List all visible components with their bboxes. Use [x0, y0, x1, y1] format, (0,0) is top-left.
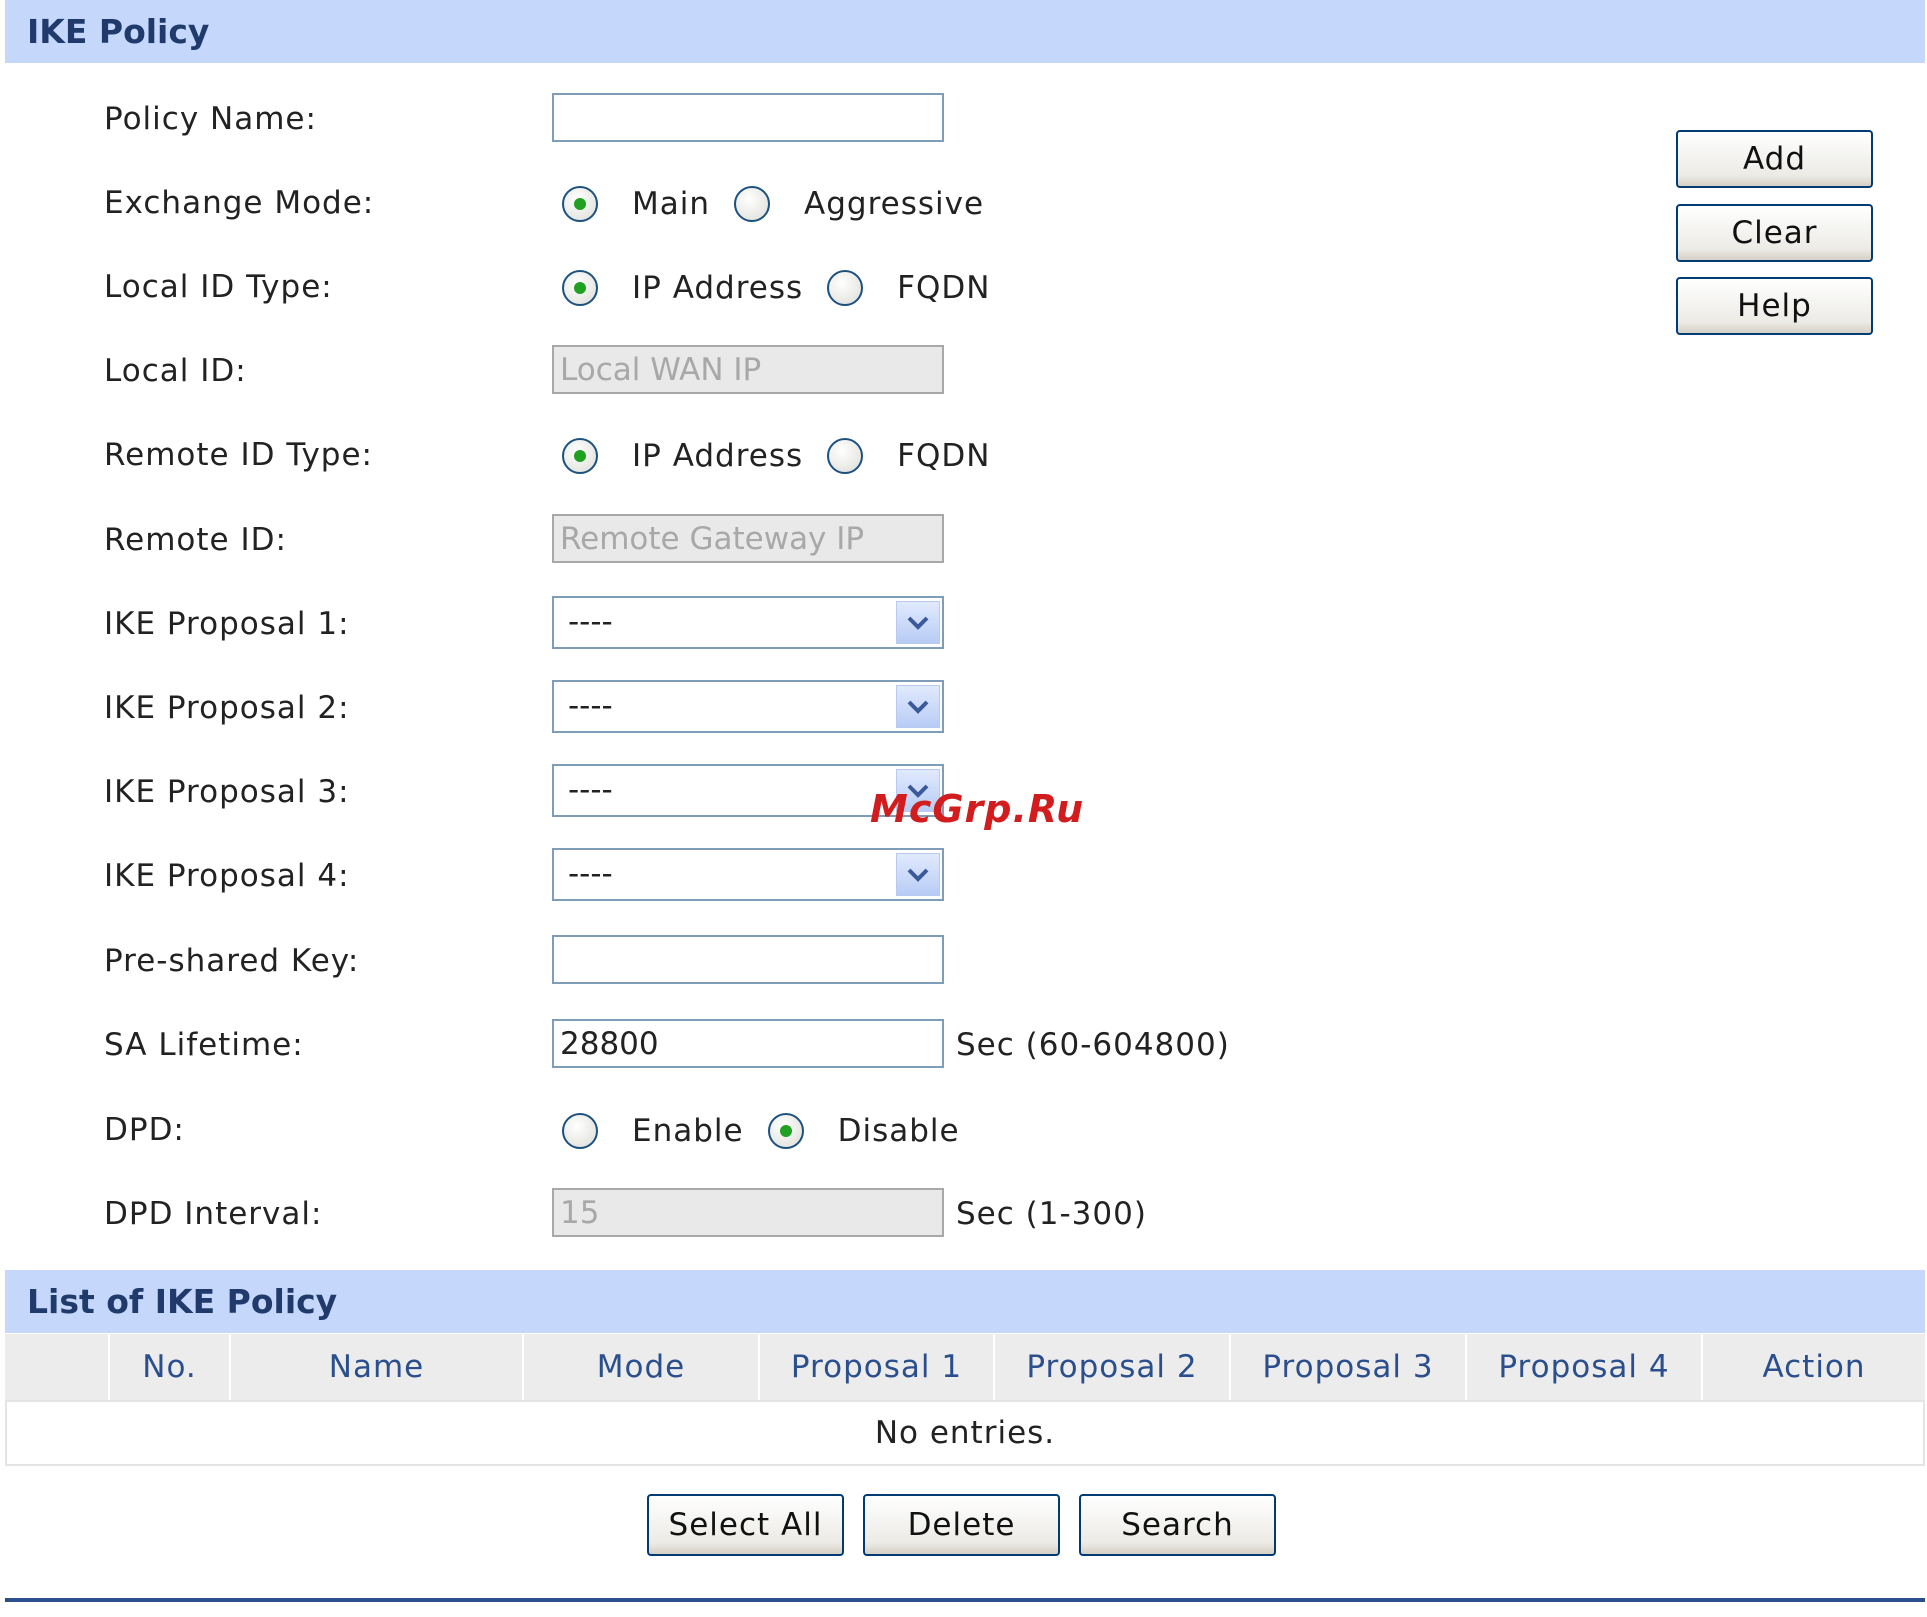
dpd-group: Enable Disable [562, 1113, 984, 1149]
local-id-type-group: IP Address FQDN [562, 270, 1014, 306]
sa-lifetime-label: SA Lifetime: [104, 1027, 304, 1063]
proposal-3-value: ---- [568, 772, 613, 808]
local-id-fqdn-radio[interactable] [827, 270, 864, 306]
local-id-ip-label: IP Address [632, 270, 804, 306]
proposal-1-select[interactable]: ---- [552, 596, 944, 649]
proposal-2-select[interactable]: ---- [552, 680, 944, 733]
sa-lifetime-input[interactable] [552, 1019, 944, 1068]
ike-policy-header: IKE Policy [5, 0, 1925, 63]
bottom-divider [5, 1598, 1925, 1602]
chevron-down-icon[interactable] [896, 601, 940, 644]
remote-id-ip-label: IP Address [632, 438, 804, 474]
policy-name-input[interactable] [552, 93, 944, 142]
dpd-interval-hint: Sec (1-300) [956, 1196, 1147, 1232]
chevron-down-icon[interactable] [896, 685, 940, 728]
remote-id-type-group: IP Address FQDN [562, 438, 1014, 474]
proposal-1-value: ---- [568, 604, 613, 640]
dpd-enable-label: Enable [632, 1113, 744, 1149]
dpd-disable-radio[interactable] [767, 1113, 804, 1149]
remote-id-type-label: Remote ID Type: [104, 437, 373, 473]
col-proposal-2: Proposal 2 [995, 1334, 1231, 1400]
proposal-3-label: IKE Proposal 3: [104, 774, 350, 810]
col-no: No. [110, 1334, 231, 1400]
proposal-1-label: IKE Proposal 1: [104, 606, 350, 642]
proposal-2-value: ---- [568, 688, 613, 724]
col-mode: Mode [524, 1334, 760, 1400]
dpd-disable-label: Disable [837, 1113, 960, 1149]
list-table-header: No. Name Mode Proposal 1 Proposal 2 Prop… [5, 1334, 1925, 1400]
col-proposal-4: Proposal 4 [1467, 1334, 1703, 1400]
exchange-mode-group: Main Aggressive [562, 186, 1008, 222]
exchange-mode-main-radio[interactable] [562, 186, 598, 222]
sa-lifetime-hint: Sec (60-604800) [956, 1027, 1230, 1063]
local-id-input[interactable] [552, 345, 944, 394]
local-id-ip-radio[interactable] [562, 270, 598, 306]
col-proposal-3: Proposal 3 [1231, 1334, 1467, 1400]
list-empty-row: No entries. [5, 1400, 1925, 1466]
select-all-button[interactable]: Select All [647, 1494, 844, 1556]
help-button[interactable]: Help [1676, 277, 1873, 335]
proposal-2-label: IKE Proposal 2: [104, 690, 350, 726]
psk-label: Pre-shared Key: [104, 943, 360, 979]
col-name: Name [231, 1334, 524, 1400]
remote-id-fqdn-radio[interactable] [827, 438, 864, 474]
dpd-interval-input[interactable] [552, 1188, 944, 1237]
local-id-type-label: Local ID Type: [104, 269, 333, 305]
watermark: McGrp.Ru [870, 787, 1085, 831]
proposal-4-label: IKE Proposal 4: [104, 858, 350, 894]
proposal-4-select[interactable]: ---- [552, 848, 944, 901]
dpd-enable-radio[interactable] [562, 1113, 598, 1149]
proposal-4-value: ---- [568, 856, 613, 892]
exchange-mode-main-label: Main [632, 186, 711, 222]
col-action: Action [1762, 1349, 1866, 1385]
remote-id-input[interactable] [552, 514, 944, 563]
list-header: List of IKE Policy [5, 1270, 1925, 1333]
exchange-mode-aggressive-label: Aggressive [804, 186, 985, 222]
remote-id-ip-radio[interactable] [562, 438, 598, 474]
delete-button[interactable]: Delete [863, 1494, 1060, 1556]
remote-id-fqdn-label: FQDN [897, 438, 991, 474]
exchange-mode-aggressive-radio[interactable] [734, 186, 771, 222]
policy-name-label: Policy Name: [104, 101, 317, 137]
col-proposal-1: Proposal 1 [760, 1334, 995, 1400]
chevron-down-icon[interactable] [896, 853, 940, 896]
col-select [5, 1334, 110, 1400]
local-id-label: Local ID: [104, 353, 247, 389]
search-button[interactable]: Search [1079, 1494, 1276, 1556]
add-button[interactable]: Add [1676, 130, 1873, 188]
local-id-fqdn-label: FQDN [897, 270, 991, 306]
dpd-label: DPD: [104, 1112, 185, 1148]
remote-id-label: Remote ID: [104, 522, 287, 558]
clear-button[interactable]: Clear [1676, 204, 1873, 262]
psk-input[interactable] [552, 935, 944, 984]
exchange-mode-label: Exchange Mode: [104, 185, 375, 221]
dpd-interval-label: DPD Interval: [104, 1196, 323, 1232]
